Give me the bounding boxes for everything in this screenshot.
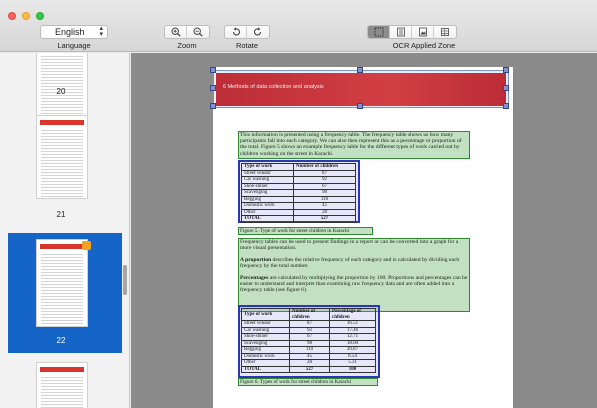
zone-image-icon bbox=[418, 27, 427, 37]
chevron-updown-icon: ▴ ▾ bbox=[99, 25, 103, 38]
zone-text-button[interactable] bbox=[390, 26, 412, 38]
zone-resize-handle[interactable] bbox=[503, 103, 509, 109]
zone-resize-handle[interactable] bbox=[210, 67, 216, 73]
close-window-button[interactable] bbox=[8, 12, 16, 20]
paragraph-frequency-graph: Frequency tables can be used to present … bbox=[240, 239, 459, 252]
thumbnail-page-21[interactable] bbox=[36, 115, 88, 199]
document-viewer: 6 Methods of data collection and analysi… bbox=[131, 53, 597, 408]
zone-resize-handle[interactable] bbox=[210, 85, 216, 91]
page-thumbnails-sidebar: 20 21 22 bbox=[0, 53, 130, 408]
zoom-label: Zoom bbox=[177, 41, 197, 50]
percentages-text: are calculated by multiplying the propor… bbox=[240, 275, 468, 294]
table-header: Number of children bbox=[289, 308, 330, 321]
thumbnail-label-22: 22 bbox=[56, 336, 66, 345]
table-cell: TOTAL bbox=[241, 215, 294, 223]
rotate-right-button[interactable] bbox=[247, 26, 269, 38]
zoom-control bbox=[164, 25, 210, 39]
rotate-label: Rotate bbox=[235, 41, 259, 50]
paragraph-proportion: A proportion describes the relative freq… bbox=[240, 257, 468, 269]
minimize-window-button[interactable] bbox=[22, 12, 30, 20]
proportion-text: describes the relative frequency of each… bbox=[240, 257, 460, 270]
table-header: Type of work bbox=[241, 308, 290, 321]
zone-resize-handle[interactable] bbox=[357, 103, 363, 109]
language-label: Language bbox=[57, 41, 91, 50]
thumbnail-page-23[interactable] bbox=[36, 362, 88, 408]
pencil-icon bbox=[82, 241, 91, 250]
rotate-right-icon bbox=[253, 27, 262, 36]
zoom-window-button[interactable] bbox=[36, 12, 44, 20]
figure-6-caption: Figure 6. Types of work for street child… bbox=[240, 379, 352, 385]
sidebar-scrollbar[interactable] bbox=[123, 265, 127, 295]
zone-resize-handle[interactable] bbox=[503, 85, 509, 91]
rotate-left-button[interactable] bbox=[225, 26, 247, 38]
table-cell: TOTAL bbox=[241, 365, 290, 373]
zone-resize-handle[interactable] bbox=[210, 103, 216, 109]
language-value: English bbox=[55, 27, 85, 37]
thumbnail-page-22[interactable] bbox=[36, 239, 88, 327]
table-cell: 527 bbox=[289, 365, 330, 373]
figure-5-caption: Figure 5. Type of work for street childr… bbox=[240, 228, 350, 234]
table-type-of-work-percentage: Type of work Number of children Percenta… bbox=[241, 308, 376, 373]
table-header: Percentage of children bbox=[329, 308, 376, 321]
zone-select-button[interactable] bbox=[368, 26, 390, 38]
document-page: 6 Methods of data collection and analysi… bbox=[210, 67, 513, 408]
thumbnail-label-21: 21 bbox=[56, 210, 66, 219]
ocr-zone-label: OCR Applied Zone bbox=[392, 41, 456, 50]
language-select[interactable]: English ▴ ▾ bbox=[40, 25, 108, 39]
ocr-zone-control bbox=[367, 25, 457, 39]
zone-text-icon bbox=[396, 27, 405, 37]
zone-table-button[interactable] bbox=[434, 26, 456, 38]
paragraph-frequency-table: This information is presented using a fr… bbox=[240, 132, 462, 157]
table-cell: 100 bbox=[329, 365, 376, 373]
zoom-out-icon bbox=[193, 27, 203, 37]
zoom-in-icon bbox=[170, 27, 181, 37]
table-type-of-work: Type of work Number of children Street v… bbox=[241, 163, 356, 223]
zoom-out-button[interactable] bbox=[187, 26, 209, 38]
rotate-left-icon bbox=[232, 27, 240, 36]
zone-resize-handle[interactable] bbox=[503, 67, 509, 73]
zone-resize-handle[interactable] bbox=[357, 67, 363, 73]
zone-table-icon bbox=[441, 28, 449, 36]
table-cell: 527 bbox=[293, 215, 356, 223]
zoom-in-button[interactable] bbox=[165, 26, 187, 38]
zone-select-icon bbox=[374, 27, 383, 37]
thumbnail-label-20: 20 bbox=[56, 87, 66, 96]
paragraph-percentages: Percentages are calculated by multiplyin… bbox=[240, 275, 468, 294]
rotate-control bbox=[224, 25, 270, 39]
zone-image-button[interactable] bbox=[412, 26, 434, 38]
toolbar: English ▴ ▾ Language Zoom Rotate OCR App… bbox=[0, 0, 597, 52]
